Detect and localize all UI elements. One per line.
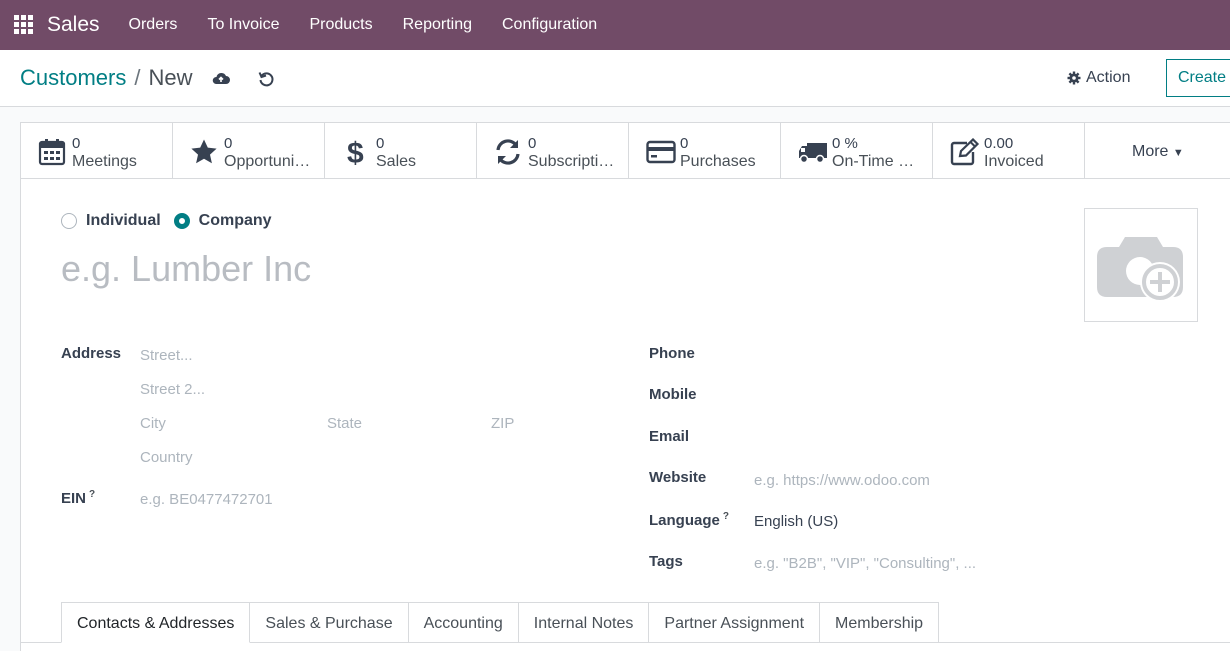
breadcrumb-current: New bbox=[148, 65, 193, 90]
tab-accounting[interactable]: Accounting bbox=[408, 602, 519, 643]
stat-meetings-label: Meetings bbox=[72, 153, 137, 170]
stat-buttons: 0 Meetings 0 Opportunities $ 0 Sales 0 S… bbox=[21, 123, 1230, 179]
ein-help-icon[interactable]: ? bbox=[89, 489, 95, 500]
country-select[interactable]: Country bbox=[140, 449, 193, 466]
partner-name-input[interactable] bbox=[61, 246, 761, 292]
stat-purchases-count: 0 bbox=[680, 135, 689, 152]
stat-invoiced-label: Invoiced bbox=[984, 153, 1044, 170]
street2-input[interactable]: Street 2... bbox=[140, 381, 205, 398]
menu-products[interactable]: Products bbox=[309, 16, 372, 34]
language-help-icon[interactable]: ? bbox=[723, 511, 729, 522]
stat-subscriptions-label: Subscriptions bbox=[528, 153, 616, 170]
state-select[interactable]: State bbox=[327, 415, 362, 432]
discard-changes-icon[interactable] bbox=[256, 69, 276, 89]
top-navbar: Sales Orders To Invoice Products Reporti… bbox=[0, 0, 1230, 50]
website-input[interactable]: e.g. https://www.odoo.com bbox=[754, 472, 930, 489]
mobile-label: Mobile bbox=[649, 386, 697, 403]
truck-icon bbox=[799, 143, 827, 164]
stat-opportunities[interactable]: 0 Opportunities bbox=[173, 123, 325, 178]
tab-contacts-addresses[interactable]: Contacts & Addresses bbox=[61, 602, 251, 643]
stat-invoiced-amount: 0.00 bbox=[984, 135, 1014, 152]
stat-opportunities-count: 0 bbox=[224, 135, 233, 152]
star-icon bbox=[191, 139, 217, 164]
phone-label: Phone bbox=[649, 345, 695, 362]
refresh-icon bbox=[496, 139, 520, 165]
stat-invoiced[interactable]: 0.00 Invoiced bbox=[933, 123, 1085, 178]
menu-configuration[interactable]: Configuration bbox=[502, 16, 597, 34]
menu-orders[interactable]: Orders bbox=[129, 16, 178, 34]
apps-menu-icon[interactable] bbox=[14, 15, 34, 35]
stat-sales-label: Sales bbox=[376, 153, 417, 170]
avatar-upload[interactable] bbox=[1084, 208, 1198, 322]
menu-to-invoice[interactable]: To Invoice bbox=[207, 16, 279, 34]
tab-sales-purchase[interactable]: Sales & Purchase bbox=[250, 602, 409, 643]
notebook-tabs: Contacts & Addresses Sales & Purchase Ac… bbox=[61, 602, 940, 643]
language-select[interactable]: English (US) bbox=[754, 513, 838, 530]
cloud-upload-icon[interactable] bbox=[211, 69, 231, 89]
zip-input[interactable]: ZIP bbox=[491, 415, 514, 432]
street-input[interactable]: Street... bbox=[140, 347, 193, 364]
stat-sales-count: 0 bbox=[376, 135, 385, 152]
website-label: Website bbox=[649, 469, 707, 486]
ein-label: EIN? bbox=[61, 489, 96, 507]
dollar-icon: $ bbox=[347, 138, 364, 166]
company-type-selector: Individual Company bbox=[61, 212, 285, 230]
stat-subscriptions[interactable]: 0 Subscriptions bbox=[477, 123, 629, 178]
stat-purchases[interactable]: 0 Purchases bbox=[629, 123, 781, 178]
app-brand[interactable]: Sales bbox=[47, 13, 100, 37]
control-panel: Customers / New Action Create bbox=[0, 50, 1230, 107]
language-label: Language? bbox=[649, 511, 729, 529]
stat-on-time-rate-label: On-Time Rate bbox=[832, 153, 920, 170]
breadcrumb-separator: / bbox=[134, 65, 141, 90]
stat-subscriptions-count: 0 bbox=[528, 135, 537, 152]
radio-company-label[interactable]: Company bbox=[199, 212, 272, 230]
calendar-icon bbox=[38, 139, 66, 166]
action-label: Action bbox=[1086, 69, 1131, 86]
action-button[interactable]: Action bbox=[1067, 69, 1130, 87]
gear-icon bbox=[1067, 71, 1081, 85]
more-stats-button[interactable]: More ▼ bbox=[1085, 123, 1225, 178]
breadcrumb: Customers / New bbox=[20, 65, 193, 91]
edit-icon bbox=[950, 138, 980, 166]
more-label: More ▼ bbox=[1132, 143, 1184, 160]
tab-internal-notes[interactable]: Internal Notes bbox=[518, 602, 650, 643]
radio-company[interactable] bbox=[173, 213, 190, 229]
stat-on-time-rate[interactable]: 0 % On-Time Rate bbox=[781, 123, 933, 178]
caret-down-icon: ▼ bbox=[1172, 147, 1184, 159]
credit-card-icon bbox=[646, 140, 676, 164]
tab-membership[interactable]: Membership bbox=[820, 602, 940, 643]
menu-reporting[interactable]: Reporting bbox=[403, 16, 472, 34]
city-input[interactable]: City bbox=[140, 415, 166, 432]
svg-text:$: $ bbox=[347, 138, 364, 166]
breadcrumb-customers[interactable]: Customers bbox=[20, 65, 126, 91]
radio-individual-label[interactable]: Individual bbox=[86, 212, 161, 230]
radio-individual[interactable] bbox=[61, 213, 77, 229]
stat-meetings-count: 0 bbox=[72, 135, 81, 152]
ein-input[interactable]: e.g. BE0477472701 bbox=[140, 491, 273, 508]
stat-meetings[interactable]: 0 Meetings bbox=[21, 123, 173, 178]
tags-label: Tags bbox=[649, 553, 683, 570]
stat-on-time-rate-value: 0 % bbox=[832, 135, 858, 152]
tab-partner-assignment[interactable]: Partner Assignment bbox=[649, 602, 821, 643]
stat-sales[interactable]: $ 0 Sales bbox=[325, 123, 477, 178]
camera-plus-icon bbox=[1097, 237, 1183, 302]
create-button[interactable]: Create bbox=[1166, 59, 1230, 97]
address-label: Address bbox=[61, 345, 122, 362]
email-label: Email bbox=[649, 428, 690, 445]
tags-input[interactable]: e.g. "B2B", "VIP", "Consulting", ... bbox=[754, 555, 976, 572]
stat-purchases-label: Purchases bbox=[680, 153, 756, 170]
stat-opportunities-label: Opportunities bbox=[224, 153, 312, 170]
form-sheet: 0 Meetings 0 Opportunities $ 0 Sales 0 S… bbox=[20, 122, 1230, 651]
